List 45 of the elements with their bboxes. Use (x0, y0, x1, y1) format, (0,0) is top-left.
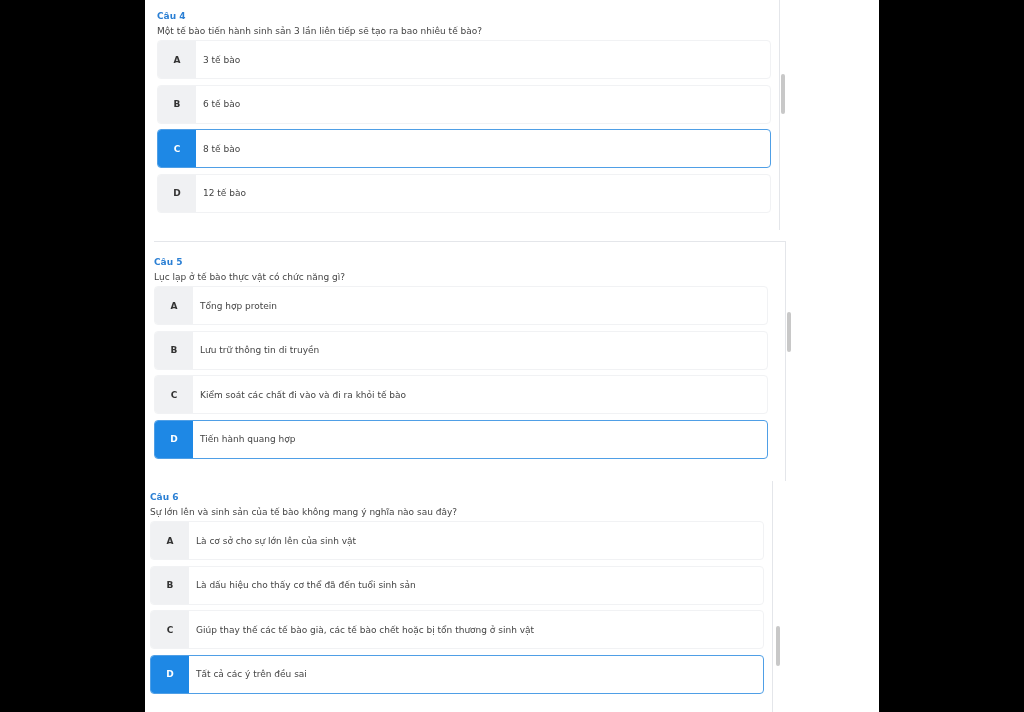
option-letter: C (151, 611, 189, 648)
option-text: 3 tế bào (202, 53, 241, 67)
answer-option[interactable]: A 3 tế bào (157, 40, 771, 79)
option-letter: B (155, 331, 193, 369)
option-text: Tổng hợp protein (199, 299, 278, 313)
question-text: Sự lớn lên và sinh sản của tế bào không mang ý nghĩa nào sau đây? (150, 506, 459, 518)
option-text: Lưu trữ thông tin di truyền (199, 344, 320, 357)
answer-option[interactable]: D 12 tế bào (157, 173, 771, 213)
option-text: Tiến hành quang hợp (199, 433, 296, 446)
scrollbar-thumb[interactable] (776, 626, 780, 666)
option-letter: A (155, 287, 193, 324)
scrollbar-thumb[interactable] (787, 312, 791, 352)
option-letter: D (158, 174, 196, 212)
option-text: Kiểm soát các chất đi vào và đi ra khỏi tế bào (199, 388, 407, 402)
answer-option[interactable]: C Kiểm soát các chất đi vào và đi ra khỏi tế bào (154, 375, 768, 414)
answer-option[interactable]: D Tiến hành quang hợp (154, 419, 768, 459)
question-text: Lục lạp ở tế bào thực vật có chức năng gì? (154, 271, 346, 283)
option-text: 6 tế bào (202, 98, 241, 111)
option-letter: A (158, 41, 196, 78)
option-letter: C (155, 376, 193, 413)
option-letter: A (151, 522, 189, 559)
scrollbar-thumb[interactable] (781, 74, 785, 114)
option-letter: B (158, 85, 196, 123)
answer-option[interactable]: C Giúp thay thế các tế bào già, các tế bào chết hoặc bị tổn thương ở sinh vật (150, 610, 764, 649)
answer-option[interactable]: B 6 tế bào (157, 84, 771, 124)
option-text: Là cơ sở cho sự lớn lên của sinh vật (195, 534, 357, 548)
question-number: Câu 6 (150, 491, 180, 503)
option-letter: B (151, 566, 189, 604)
question-text: Một tế bào tiến hành sinh sản 3 lần liên tiếp sẽ tạo ra bao nhiêu tế bào? (157, 25, 484, 37)
question-number: Câu 5 (154, 256, 184, 268)
question-number: Câu 4 (157, 10, 187, 22)
option-text: 12 tế bào (202, 187, 246, 200)
answer-option[interactable]: A Tổng hợp protein (154, 286, 768, 325)
answer-option[interactable]: D Tất cả các ý trên đều sai (150, 654, 764, 694)
option-text: 8 tế bào (202, 142, 241, 156)
option-text: Giúp thay thế các tế bào già, các tế bào chết hoặc bị tổn thương ở sinh vật (195, 623, 535, 637)
answer-option[interactable]: C 8 tế bào (157, 129, 771, 168)
option-letter: C (158, 130, 196, 167)
option-letter: D (151, 655, 189, 693)
option-letter: D (155, 420, 193, 458)
answer-option[interactable]: B Lưu trữ thông tin di truyền (154, 330, 768, 370)
option-text: Là dấu hiệu cho thấy cơ thể đã đến tuổi sinh sản (195, 579, 416, 592)
answer-option[interactable]: A Là cơ sở cho sự lớn lên của sinh vật (150, 521, 764, 560)
answer-option[interactable]: B Là dấu hiệu cho thấy cơ thể đã đến tuổi sinh sản (150, 565, 764, 605)
option-text: Tất cả các ý trên đều sai (195, 668, 307, 681)
